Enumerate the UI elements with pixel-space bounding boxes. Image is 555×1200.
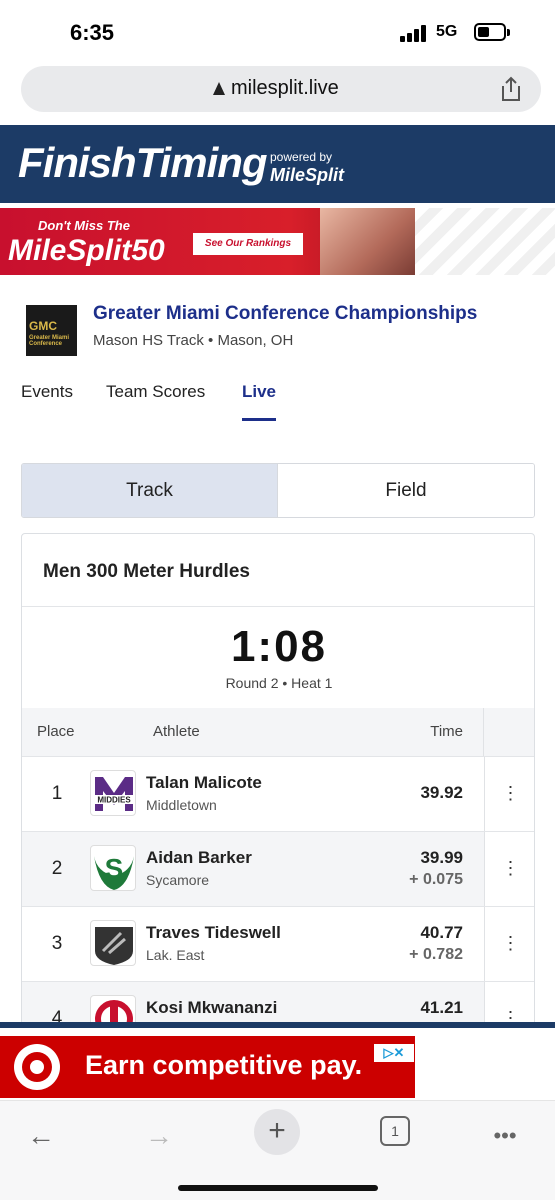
track-button[interactable]: Track bbox=[22, 464, 278, 517]
event-title: Men 300 Meter Hurdles bbox=[43, 561, 250, 582]
tab-count-button[interactable]: 1 bbox=[380, 1116, 410, 1146]
meet-location: Mason HS Track • Mason, OH bbox=[93, 332, 294, 349]
athlete-time: 41.21 bbox=[420, 998, 463, 1017]
new-tab-plus-icon[interactable]: + bbox=[254, 1109, 300, 1155]
battery-icon bbox=[474, 23, 510, 41]
milesplit50-ad-banner[interactable]: Don't Miss The MileSplit50 See Our Ranki… bbox=[0, 208, 415, 275]
share-icon[interactable] bbox=[499, 76, 523, 102]
forward-arrow-icon[interactable]: → bbox=[136, 1113, 182, 1159]
meet-logo: GMC Greater Miami Conference bbox=[26, 305, 77, 356]
athlete-name[interactable]: Aidan Barker bbox=[146, 848, 252, 868]
address-bar[interactable]: milesplit.live bbox=[21, 66, 541, 112]
bottom-ad-container: Earn competitive pay. ▷✕ bbox=[0, 1022, 555, 1100]
place: 3 bbox=[51, 933, 63, 954]
middies-logo-icon: MIDDIES bbox=[90, 770, 136, 816]
athlete-name[interactable]: Kosi Mkwananzi bbox=[146, 998, 277, 1018]
sycamore-logo-icon: S bbox=[90, 845, 136, 891]
svg-text:MIDDIES: MIDDIES bbox=[97, 796, 131, 805]
network-label: 5G bbox=[436, 23, 458, 40]
url-text[interactable]: milesplit.live bbox=[231, 77, 339, 100]
site-header: FinishTiming powered by MileSplit bbox=[0, 125, 555, 203]
event-results-card: Men 300 Meter Hurdles 1:08 Round 2 • Hea… bbox=[21, 533, 535, 1033]
home-indicator bbox=[178, 1185, 378, 1191]
see-rankings-button[interactable]: See Our Rankings bbox=[193, 233, 303, 255]
target-logo-icon bbox=[14, 1044, 60, 1090]
ad-tagline: Don't Miss The bbox=[38, 218, 130, 233]
time-gap: + 0.782 bbox=[409, 946, 463, 963]
finishtiming-logo[interactable]: FinishTiming bbox=[18, 139, 268, 187]
tab-events[interactable]: Events bbox=[21, 382, 73, 402]
powered-by-label: powered by bbox=[270, 150, 333, 164]
more-options-icon[interactable]: ⋮ bbox=[484, 907, 534, 982]
athlete-time: 39.99 bbox=[420, 848, 463, 867]
athlete-team: Middletown bbox=[146, 797, 217, 813]
back-arrow-icon[interactable]: ← bbox=[18, 1113, 64, 1159]
tab-live[interactable]: Live bbox=[242, 382, 276, 402]
table-row[interactable]: 3 Traves Tideswell Lak. East 40.77 + 0.7… bbox=[22, 906, 534, 982]
athlete-name[interactable]: Traves Tideswell bbox=[146, 923, 281, 943]
tab-team-scores[interactable]: Team Scores bbox=[106, 382, 205, 402]
ad-runner-photo bbox=[320, 208, 415, 275]
active-tab-underline bbox=[242, 418, 276, 421]
meet-tabs: Events Team Scores Live bbox=[21, 382, 541, 422]
time-gap: + 0.075 bbox=[409, 871, 463, 888]
more-options-icon[interactable]: ⋮ bbox=[484, 757, 534, 832]
browser-toolbar: ← → + 1 ••• bbox=[0, 1100, 555, 1200]
place: 2 bbox=[51, 858, 63, 879]
target-ad-banner[interactable]: Earn competitive pay. ▷✕ bbox=[0, 1036, 415, 1098]
athlete-name[interactable]: Talan Malicote bbox=[146, 773, 262, 793]
ad-headline: MileSplit50 bbox=[8, 234, 165, 267]
table-row[interactable]: 1 MIDDIES Talan Malicote Middletown 39.9… bbox=[22, 756, 534, 832]
more-menu-icon[interactable]: ••• bbox=[482, 1113, 528, 1159]
status-time: 6:35 bbox=[70, 20, 115, 45]
ad-text: Earn competitive pay. bbox=[85, 1050, 363, 1080]
lakota-east-logo-icon bbox=[90, 920, 136, 966]
place: 1 bbox=[51, 783, 63, 804]
header-athlete: Athlete bbox=[153, 723, 200, 740]
lock-icon bbox=[213, 82, 225, 95]
athlete-team: Lak. East bbox=[146, 947, 205, 963]
more-options-icon[interactable]: ⋮ bbox=[484, 832, 534, 907]
athlete-time: 40.77 bbox=[420, 923, 463, 942]
status-bar: 6:35 5G bbox=[0, 0, 555, 62]
signal-icon bbox=[400, 24, 430, 42]
milesplit-logo[interactable]: MileSplit bbox=[270, 165, 344, 186]
ad-decoration bbox=[415, 208, 555, 275]
athlete-time: 39.92 bbox=[420, 783, 463, 802]
round-heat-label: Round 2 • Heat 1 bbox=[225, 675, 333, 691]
header-place: Place bbox=[37, 723, 75, 740]
table-header: Place Athlete Time bbox=[22, 708, 534, 756]
table-row[interactable]: 2 S Aidan Barker Sycamore 39.99 + 0.075 … bbox=[22, 831, 534, 907]
svg-text:S: S bbox=[105, 853, 124, 884]
race-clock: 1:08 bbox=[230, 622, 328, 671]
athlete-team: Sycamore bbox=[146, 872, 210, 888]
track-field-toggle: Track Field bbox=[21, 463, 535, 518]
field-button[interactable]: Field bbox=[278, 464, 534, 517]
ad-choices-icon[interactable]: ▷✕ bbox=[374, 1044, 414, 1062]
header-time: Time bbox=[430, 723, 463, 740]
meet-title[interactable]: Greater Miami Conference Championships bbox=[93, 303, 477, 325]
divider bbox=[22, 606, 534, 607]
